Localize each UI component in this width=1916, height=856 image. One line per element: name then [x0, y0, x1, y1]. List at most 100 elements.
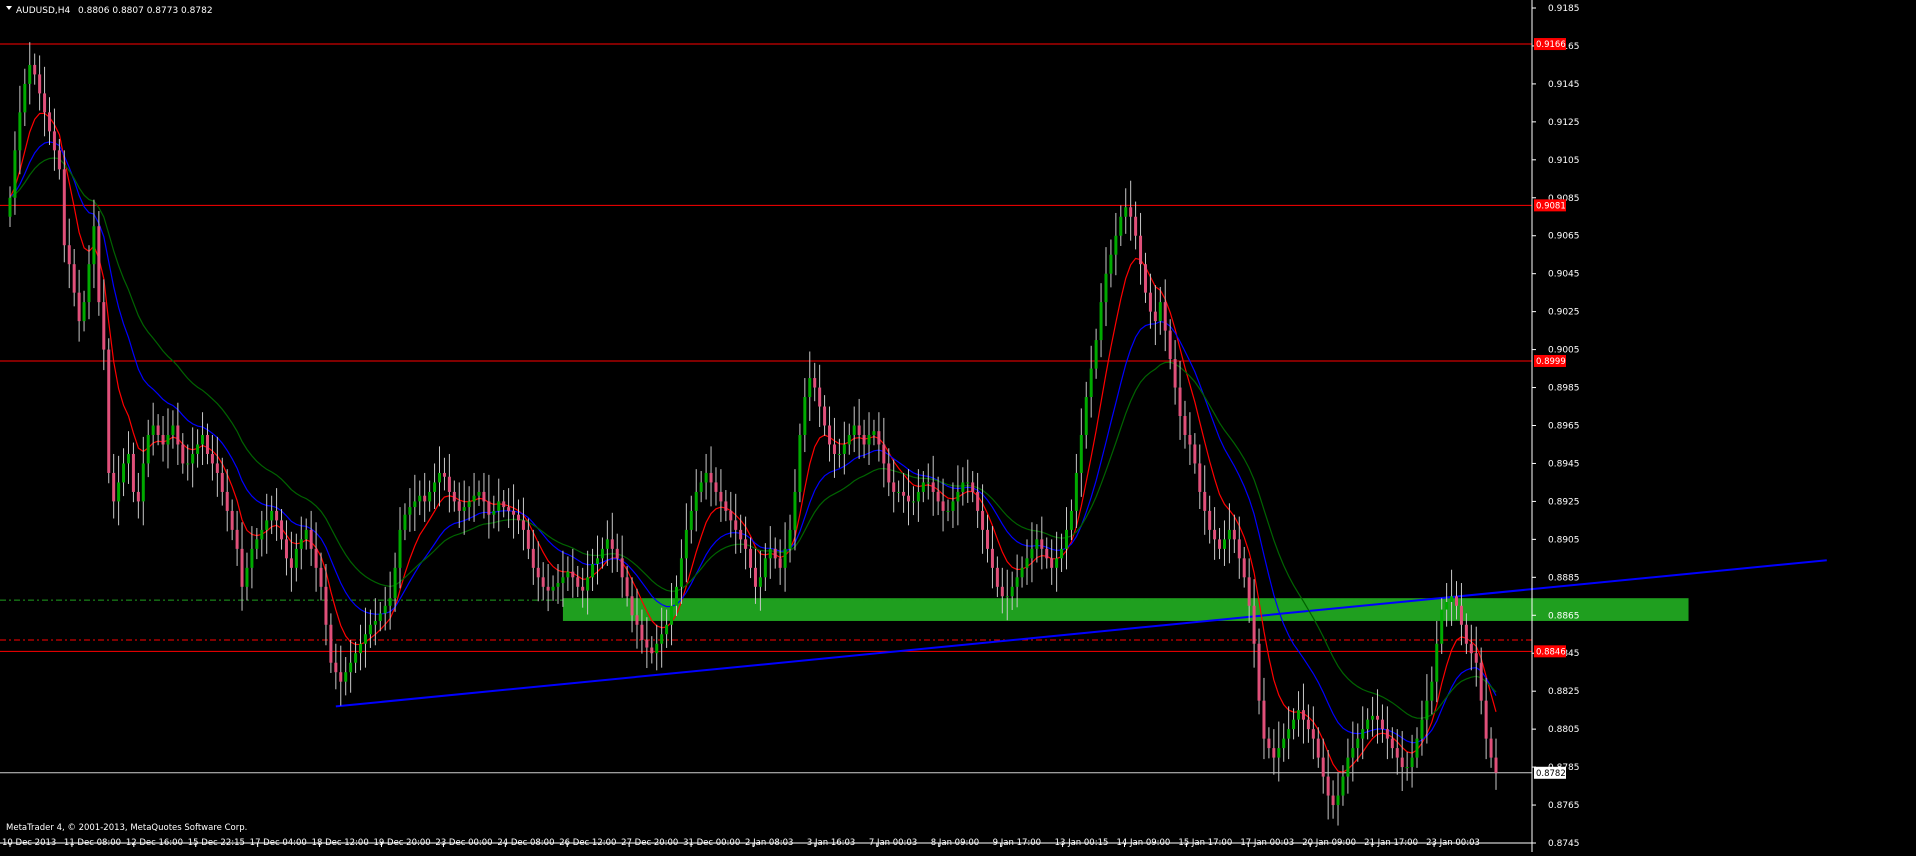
candle-body — [1351, 748, 1355, 758]
x-tick-label: 17 Jan 00:03 — [1240, 838, 1294, 848]
candle-body — [837, 453, 841, 455]
x-tick-label: 19 Dec 20:00 — [374, 838, 431, 848]
candle-body — [808, 378, 812, 398]
candle-body — [304, 529, 308, 540]
candle-body — [309, 529, 313, 549]
candle-body — [186, 463, 190, 465]
candle-body — [689, 510, 693, 530]
candle-body — [581, 586, 585, 591]
candle-body — [872, 431, 876, 435]
candle-body — [1000, 586, 1004, 597]
candle-body — [1405, 767, 1409, 769]
candle-body — [13, 150, 17, 198]
candle-body — [368, 624, 372, 635]
y-tick-label: 0.9025 — [1548, 308, 1580, 318]
chart-svg[interactable]: 0.91850.91650.91450.91250.91050.90850.90… — [0, 0, 1916, 852]
candle-body — [1104, 273, 1108, 303]
x-tick-label: 10 Dec 2013 — [2, 838, 56, 848]
candle-body — [620, 558, 624, 578]
candle-body — [521, 520, 525, 530]
y-tick-label: 0.8765 — [1548, 801, 1580, 811]
candle-body — [1035, 539, 1039, 549]
candle-body — [660, 634, 664, 644]
candle-body — [373, 620, 377, 625]
x-tick-label: 11 Dec 08:00 — [64, 838, 121, 848]
candle-body — [995, 567, 999, 587]
x-tick-label: 9 Jan 17:00 — [993, 838, 1041, 848]
candle-body — [907, 495, 911, 502]
x-tick-label: 20 Jan 09:00 — [1302, 838, 1356, 848]
candle-body — [284, 539, 288, 559]
candle-body — [576, 577, 580, 587]
candle-body — [1030, 548, 1034, 559]
price-chart[interactable]: 0.91850.91650.91450.91250.91050.90850.90… — [0, 0, 1916, 852]
candle-body — [398, 529, 402, 568]
candle-body — [1331, 795, 1335, 806]
candle-body — [956, 491, 960, 502]
candle-body — [77, 292, 81, 322]
candle-body — [33, 64, 37, 75]
candle-body — [201, 434, 205, 445]
candle-body — [1109, 254, 1113, 274]
candle-body — [793, 491, 797, 530]
candle-body — [1099, 302, 1103, 341]
candle-body — [650, 647, 654, 654]
x-tick-label: 8 Jan 09:00 — [931, 838, 979, 848]
candle-body — [744, 539, 748, 549]
candle-body — [87, 264, 91, 303]
candle-body — [1410, 757, 1414, 768]
candle-body — [107, 349, 111, 473]
candle-body — [674, 586, 678, 606]
candle-body — [1143, 264, 1147, 293]
candle-body — [961, 482, 965, 492]
candle-body — [971, 482, 975, 492]
candle-body — [595, 558, 599, 565]
candle-body — [714, 482, 718, 492]
candle-body — [516, 514, 520, 521]
candle-body — [1074, 472, 1078, 511]
level-price-label: 0.9081 — [1536, 201, 1566, 211]
candle-body — [852, 425, 856, 435]
candle-body — [280, 520, 284, 540]
candle-body — [423, 495, 427, 502]
candle-body — [1464, 624, 1468, 644]
candle-body — [1134, 216, 1138, 236]
candle-body — [1114, 235, 1118, 255]
y-tick-label: 0.8745 — [1548, 839, 1580, 849]
y-tick-label: 0.9105 — [1548, 156, 1580, 166]
candle-body — [783, 548, 787, 568]
candle-body — [1385, 729, 1389, 739]
candle-body — [926, 482, 930, 484]
candle-body — [1390, 738, 1394, 749]
candle-body — [976, 491, 980, 511]
candle-body — [230, 510, 234, 530]
candle-body — [255, 539, 259, 549]
candle-body — [1361, 729, 1365, 739]
candle-body — [512, 510, 516, 515]
y-tick-label: 0.8985 — [1548, 384, 1580, 394]
candle-body — [1045, 548, 1049, 559]
candle-body — [1064, 529, 1068, 549]
candle-body — [82, 302, 86, 322]
candle-body — [571, 571, 575, 578]
candle-body — [877, 431, 881, 445]
candle-body — [655, 643, 659, 654]
chart-symbol-label: AUDUSD,H4 — [16, 6, 71, 16]
x-tick-label: 21 Jan 17:00 — [1364, 838, 1418, 848]
candle-body — [1474, 653, 1478, 663]
candle-body — [749, 548, 753, 568]
candle-body — [828, 425, 832, 445]
candle-body — [1306, 719, 1310, 730]
candle-body — [1153, 311, 1157, 322]
y-tick-label: 0.8925 — [1548, 497, 1580, 507]
candle-body — [196, 444, 200, 454]
x-tick-label: 15 Dec 22:15 — [188, 838, 245, 848]
candle-body — [1025, 558, 1029, 568]
candle-body — [630, 596, 634, 616]
current-price-label: 0.8782 — [1536, 769, 1566, 779]
candle-body — [946, 510, 950, 512]
candle-body — [670, 605, 674, 625]
candle-body — [472, 495, 476, 502]
y-tick-label: 0.8905 — [1548, 535, 1580, 545]
candle-body — [1040, 539, 1044, 549]
